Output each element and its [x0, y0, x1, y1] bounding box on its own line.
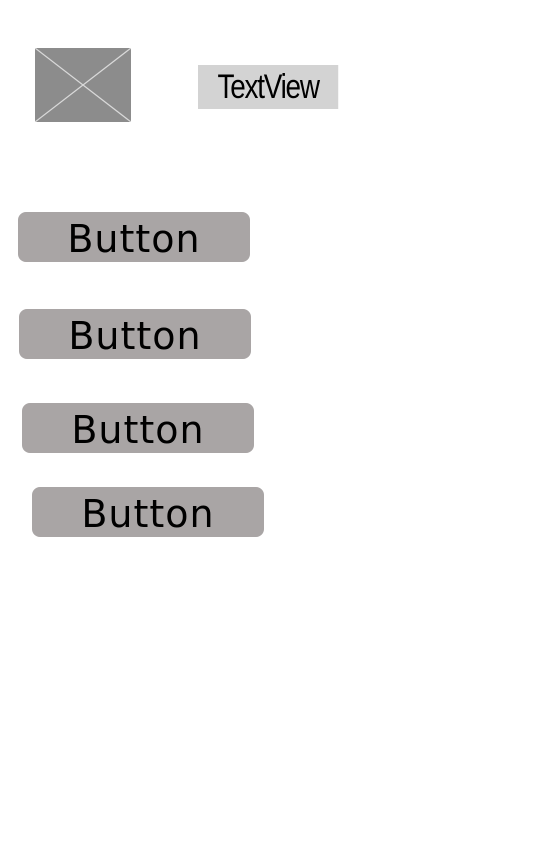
button-2[interactable]: Button — [19, 309, 251, 359]
button-1[interactable]: Button — [18, 212, 250, 262]
button-3[interactable]: Button — [22, 403, 254, 453]
image-placeholder-icon — [35, 48, 131, 122]
text-view: TextView — [198, 65, 339, 109]
image-x-icon — [35, 48, 131, 122]
button-4[interactable]: Button — [32, 487, 264, 537]
